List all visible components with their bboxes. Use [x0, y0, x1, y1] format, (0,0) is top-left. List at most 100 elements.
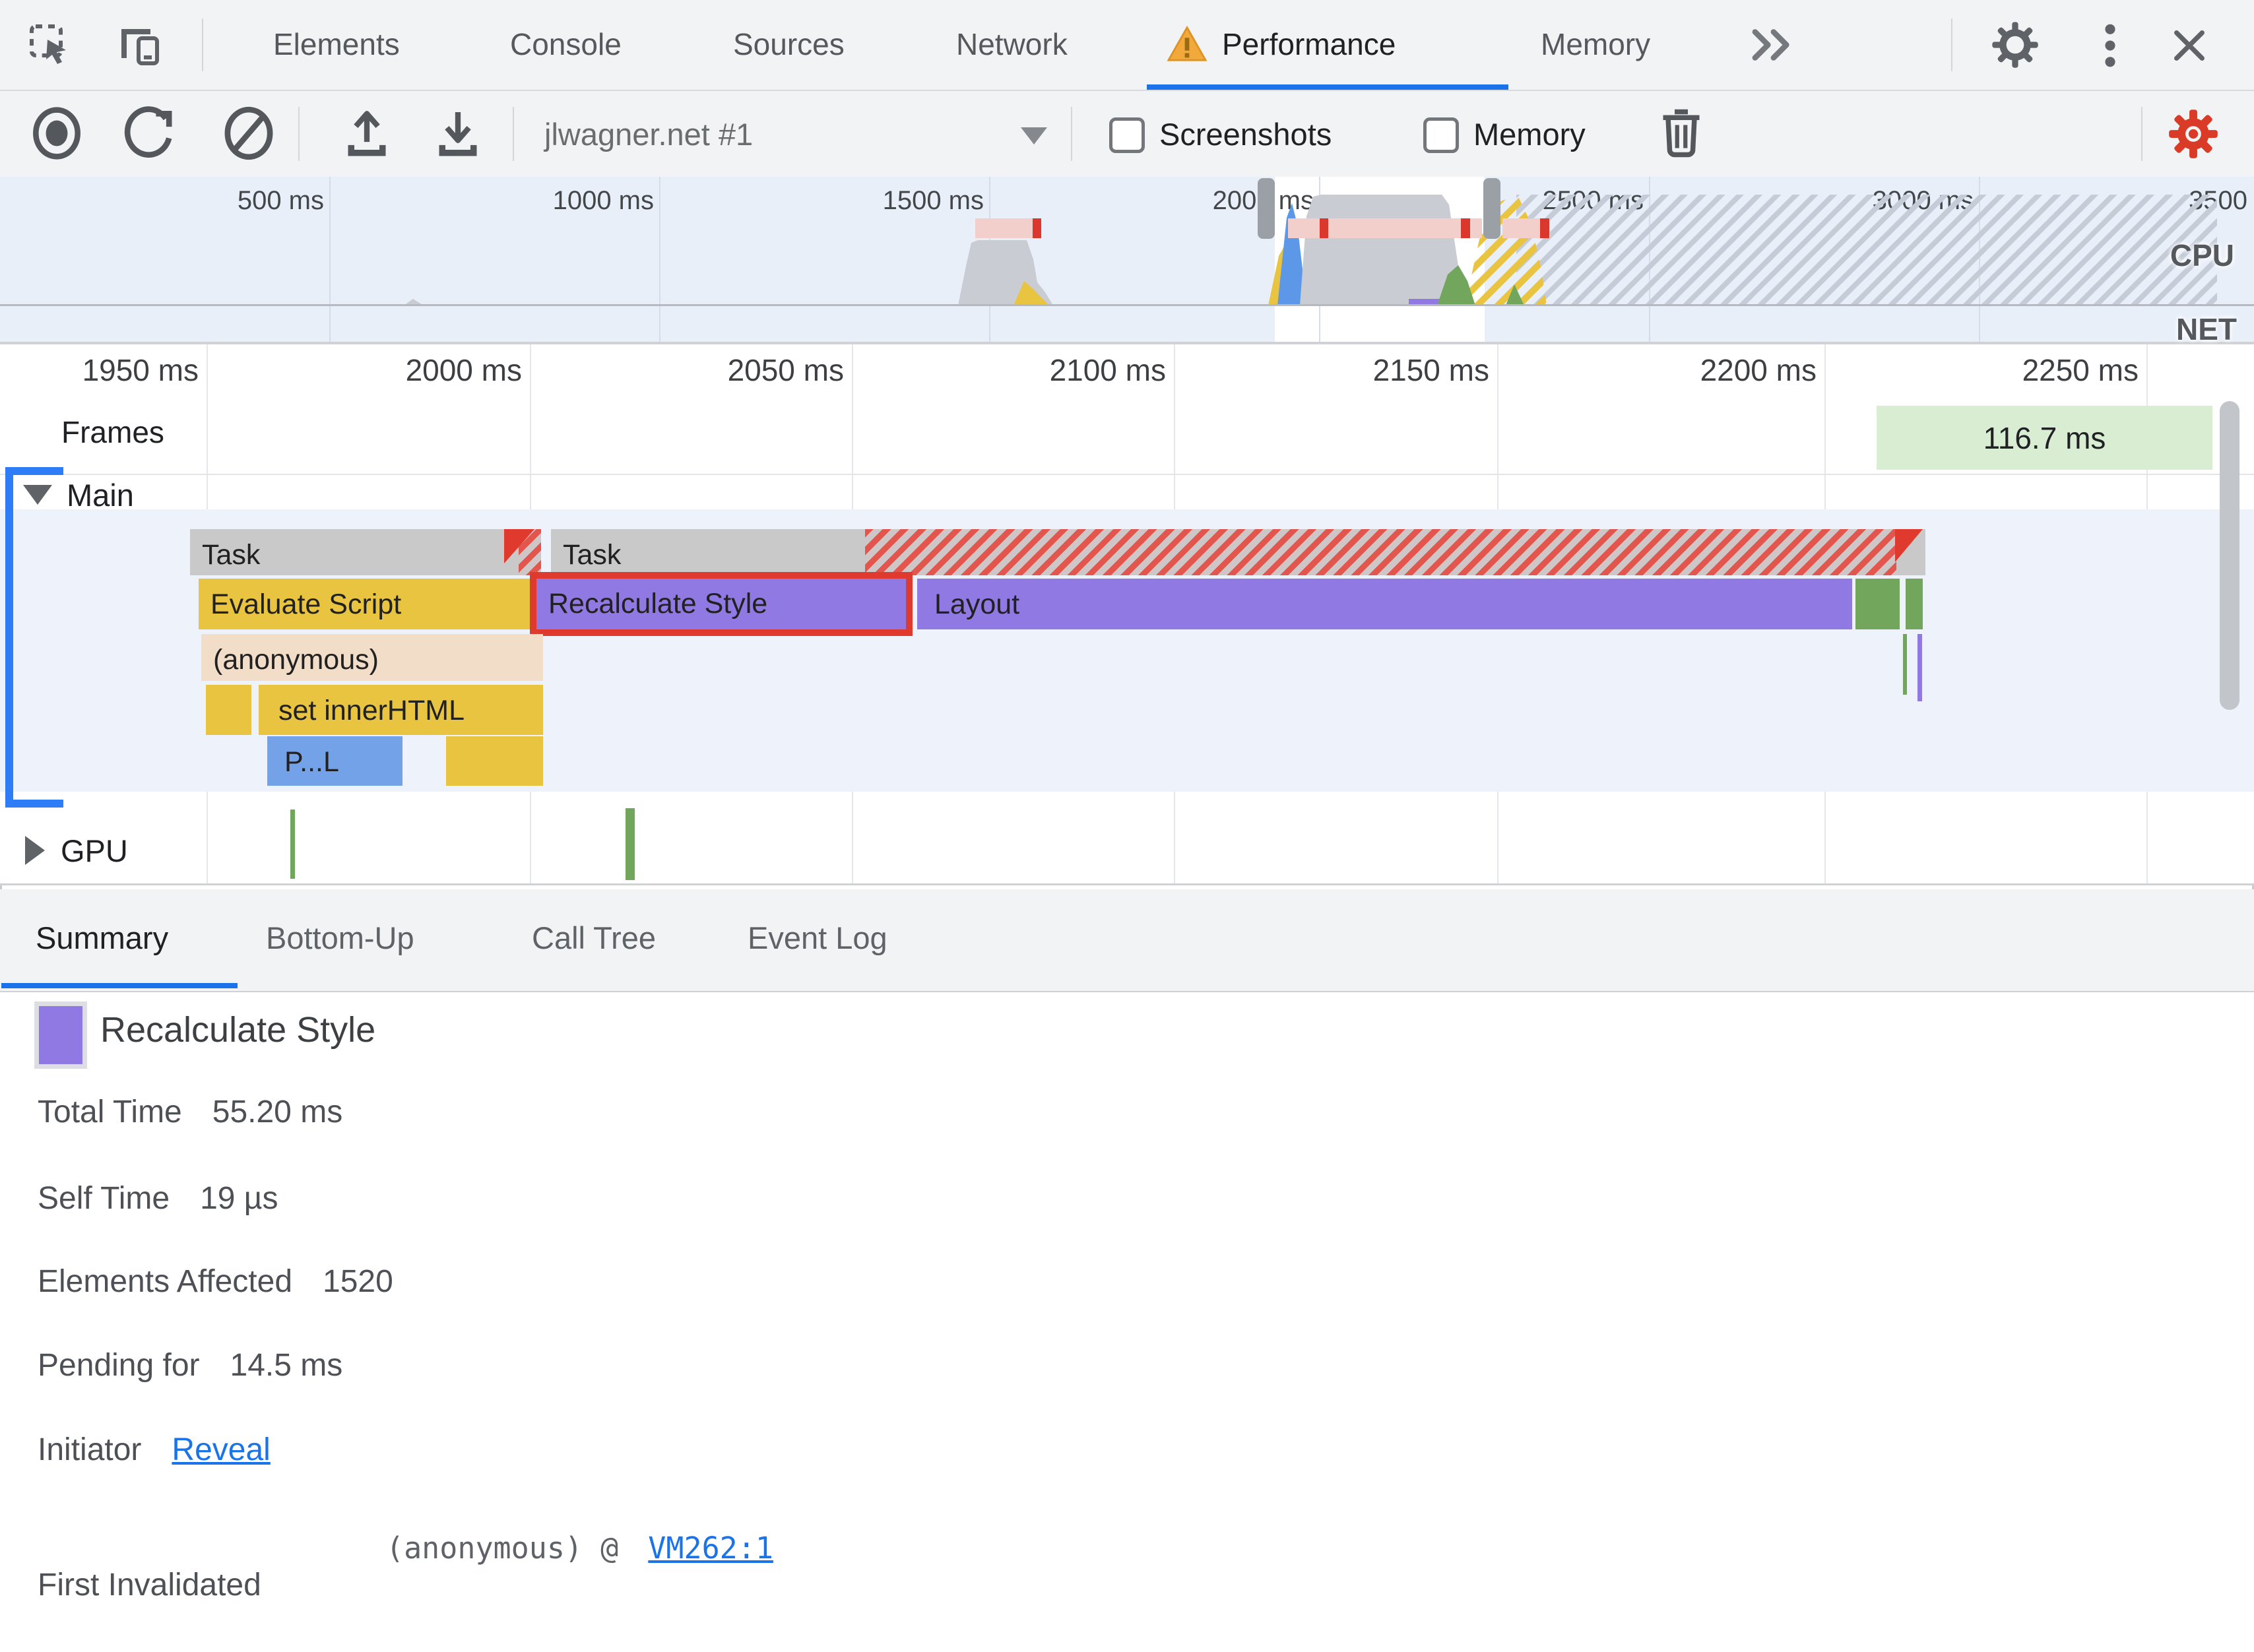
elements-affected-label: Elements Affected: [38, 1264, 293, 1299]
settings-gear-icon[interactable]: [1989, 20, 2042, 70]
tab-console[interactable]: Console: [510, 0, 622, 88]
screenshots-checkbox[interactable]: [1109, 117, 1145, 153]
pending-for-value: 14.5 ms: [230, 1348, 343, 1383]
ruler-tick: 2250 ms: [2022, 353, 2139, 387]
tab-memory[interactable]: Memory: [1541, 0, 1650, 88]
event-color-swatch: [34, 1001, 87, 1069]
tab-network[interactable]: Network: [956, 0, 1068, 88]
tab-summary-label: Summary: [36, 920, 169, 955]
recalculate-style-bar-selected[interactable]: Recalculate Style: [530, 572, 913, 636]
gpu-activity-mark[interactable]: [626, 808, 635, 880]
collapse-triangle-icon: [23, 485, 52, 505]
total-time-value: 55.20 ms: [212, 1095, 343, 1129]
tab-elements-label: Elements: [273, 27, 400, 61]
task-bar-2[interactable]: Task: [551, 529, 1925, 575]
profile-name: jlwagner.net #1: [544, 117, 754, 152]
device-toolbar-icon[interactable]: [116, 21, 169, 69]
task-bar-1[interactable]: Task: [190, 529, 541, 575]
evaluate-script-bar[interactable]: Evaluate Script: [199, 579, 532, 629]
gpu-track-toggle[interactable]: GPU: [25, 833, 128, 868]
more-tabs-icon[interactable]: [1742, 25, 1801, 65]
tab-call-tree[interactable]: Call Tree: [532, 889, 656, 986]
first-invalidated-label: First Invalidated: [38, 1568, 261, 1603]
kebab-menu-icon[interactable]: [2090, 22, 2130, 69]
recalculate-style-label: Recalculate Style: [548, 588, 768, 620]
net-track-label: NET: [2176, 312, 2237, 346]
trash-icon[interactable]: [1655, 106, 1708, 161]
toolbar-divider-4: [2141, 107, 2142, 161]
flame-chart[interactable]: 1950 ms 2000 ms 2050 ms 2100 ms 2150 ms …: [0, 344, 2254, 885]
ruler-tick: 2050 ms: [727, 353, 844, 387]
memory-checkbox[interactable]: [1423, 117, 1459, 153]
paint-bar[interactable]: [1855, 579, 1900, 629]
cpu-net-divider: [0, 304, 2254, 306]
ruler-tick: 1950 ms: [82, 353, 199, 387]
bracket-top-foot: [5, 467, 63, 475]
active-details-tab-underline: [1, 983, 238, 988]
task-bar-2-label: Task: [563, 539, 622, 571]
tabbar-divider: [202, 18, 203, 71]
anonymous-label: (anonymous): [213, 644, 379, 676]
flame-bottom-separator: [0, 883, 2254, 885]
performance-toolbar: jlwagner.net #1 Screenshots Memory: [0, 91, 2254, 178]
tab-bottom-up[interactable]: Bottom-Up: [266, 889, 414, 986]
reload-record-icon[interactable]: [121, 106, 181, 161]
selection-right-handle[interactable]: [1483, 178, 1500, 239]
tab-event-log[interactable]: Event Log: [748, 889, 887, 986]
vertical-scrollbar[interactable]: [2220, 401, 2239, 710]
frames-track-label[interactable]: Frames: [61, 414, 164, 450]
parse-html-bar[interactable]: P...L: [267, 736, 402, 786]
tiny-green-event[interactable]: [1903, 634, 1907, 695]
gpu-activity-mark[interactable]: [290, 810, 295, 879]
toolbar-divider-1: [298, 107, 300, 161]
main-track-toggle[interactable]: Main: [23, 478, 134, 513]
memory-checkbox-label: Memory: [1473, 117, 1586, 152]
ruler-tick: 2000 ms: [405, 353, 522, 387]
ruler-tick: 2100 ms: [1049, 353, 1166, 387]
tab-event-log-label: Event Log: [748, 920, 887, 955]
selection-left-handle[interactable]: [1258, 178, 1275, 239]
paint-bar-small[interactable]: [1906, 579, 1923, 629]
summary-panel: Recalculate Style Total Time 55.20 ms Sel…: [0, 992, 2254, 1652]
set-innerhtml-bar[interactable]: set innerHTML: [259, 685, 543, 735]
close-icon[interactable]: [2164, 22, 2214, 69]
script-call-bar-2[interactable]: [446, 736, 543, 786]
timeline-overview[interactable]: 500 ms 1000 ms 1500 ms 2000 ms 2500 ms 3…: [0, 177, 2254, 346]
layout-bar[interactable]: Layout: [917, 579, 1852, 629]
summary-title: Recalculate Style: [100, 1010, 376, 1050]
inspect-element-icon[interactable]: [26, 21, 74, 69]
profile-caret-icon[interactable]: [1021, 127, 1047, 144]
capture-settings-gear-icon[interactable]: [2167, 108, 2220, 160]
tabbar-divider-2: [1951, 18, 1952, 71]
long-task-indicator: [975, 218, 1041, 238]
gpu-track-label: GPU: [61, 833, 128, 868]
clear-icon[interactable]: [219, 106, 278, 161]
tab-network-label: Network: [956, 27, 1068, 61]
script-call-bar[interactable]: [206, 685, 251, 735]
warning-icon: [1167, 25, 1208, 63]
devtools-tabbar: Elements Console Sources Network Perform…: [0, 0, 2254, 91]
tiny-purple-event[interactable]: [1917, 634, 1922, 701]
frame-duration-value: 116.7 ms: [1983, 420, 2106, 455]
tab-performance[interactable]: Performance: [1167, 0, 1396, 88]
tab-elements[interactable]: Elements: [273, 0, 400, 88]
evaluate-script-label: Evaluate Script: [210, 588, 402, 620]
record-icon[interactable]: [29, 106, 84, 161]
long-task-indicator: [1502, 218, 1550, 238]
profile-select[interactable]: jlwagner.net #1: [544, 116, 753, 152]
task-bar-1-label: Task: [202, 539, 261, 571]
tab-console-label: Console: [510, 27, 622, 61]
self-time-label: Self Time: [38, 1181, 170, 1216]
pending-for-row: Pending for 14.5 ms: [38, 1347, 342, 1383]
tab-sources[interactable]: Sources: [733, 0, 845, 88]
frame-duration-badge[interactable]: 116.7 ms: [1877, 406, 2212, 470]
long-task-hatch: [865, 529, 1896, 575]
download-profile-icon[interactable]: [430, 106, 486, 161]
anonymous-bar[interactable]: (anonymous): [201, 634, 543, 681]
upload-profile-icon[interactable]: [339, 106, 395, 161]
set-innerhtml-label: set innerHTML: [278, 695, 465, 726]
initiator-reveal-link[interactable]: Reveal: [172, 1432, 270, 1467]
tab-summary[interactable]: Summary: [36, 889, 168, 986]
toolbar-divider-3: [1071, 107, 1072, 161]
stack-source-link[interactable]: VM262:1: [648, 1531, 773, 1566]
